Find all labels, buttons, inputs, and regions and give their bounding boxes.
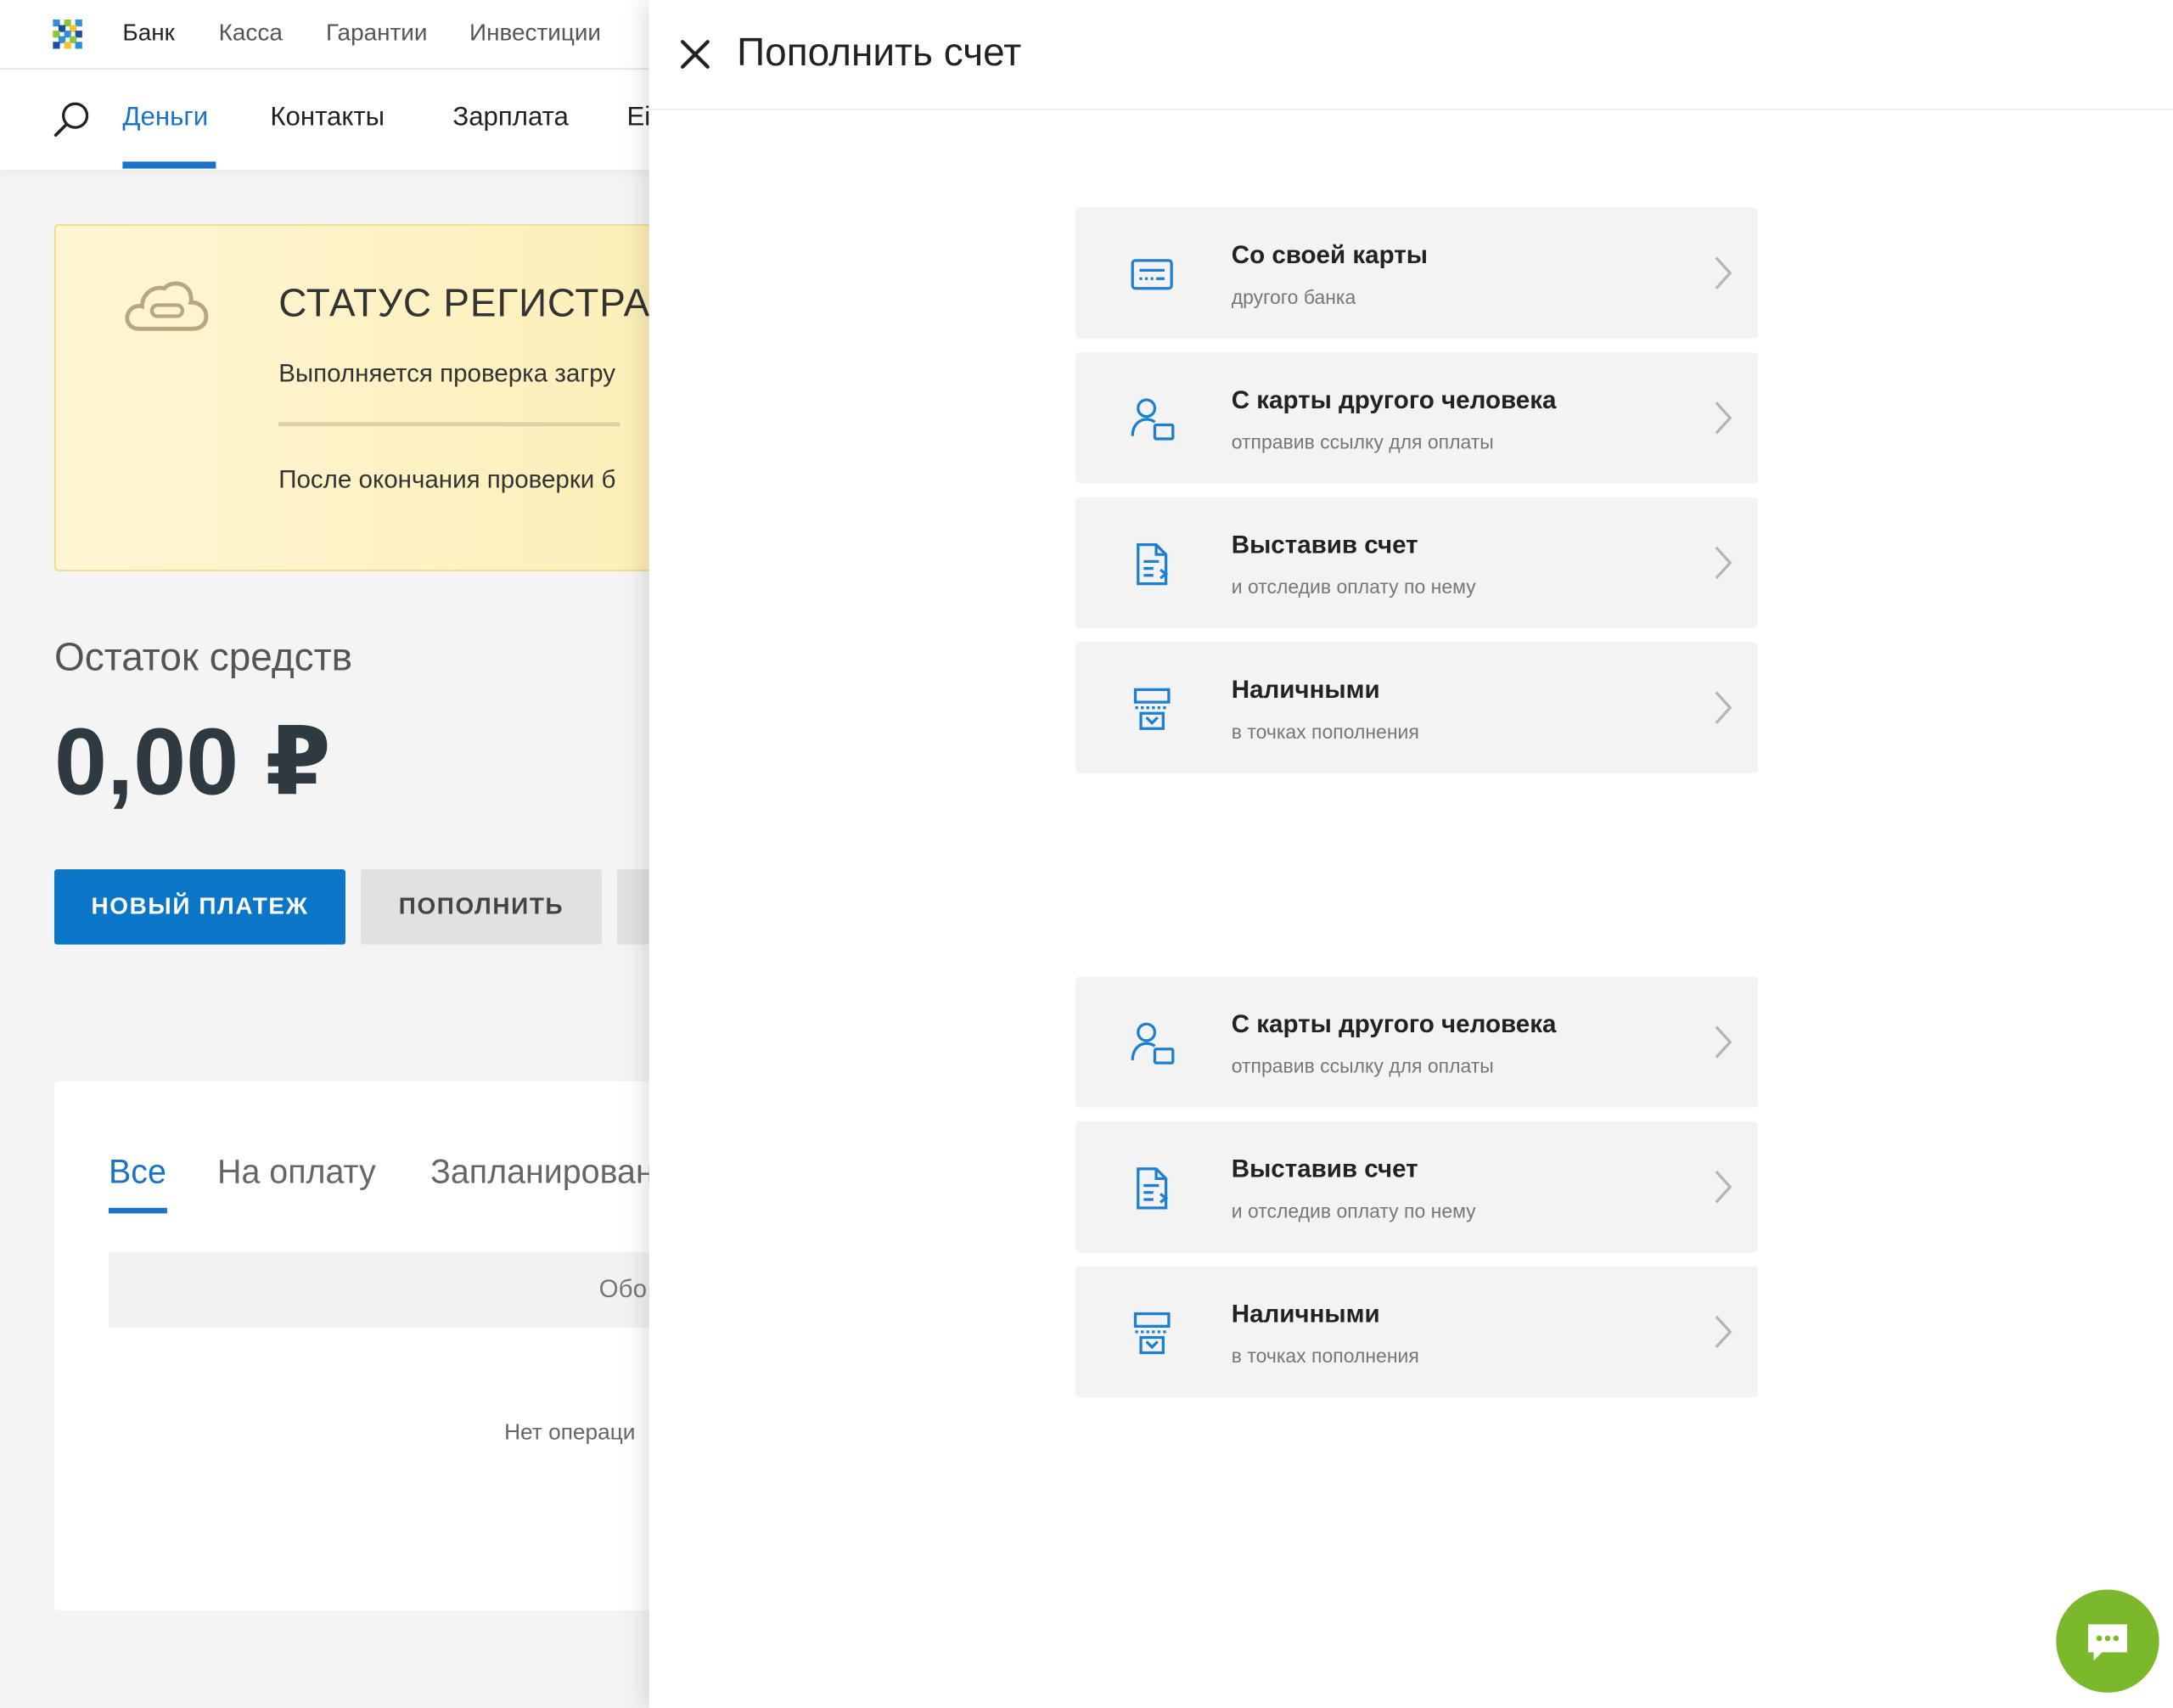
option-subtitle: отправив ссылку для оплаты (1231, 1054, 1494, 1077)
option-other-person-card[interactable]: С карты другого человека отправив ссылку… (1075, 352, 1759, 484)
tab-money[interactable]: Деньги (122, 103, 208, 133)
registration-checking-text: Выполняется проверка загру (278, 359, 616, 388)
chevron-right-icon (1715, 1315, 1732, 1349)
option-cash-secondary[interactable]: Наличными в точках пополнения (1075, 1266, 1759, 1398)
status-divider (278, 422, 620, 427)
option-title: Наличными (1231, 1300, 1380, 1328)
invoice-icon (1137, 1167, 1169, 1210)
option-subtitle: отправив ссылку для оплаты (1231, 430, 1494, 453)
atm-icon (1133, 688, 1171, 730)
tab-more[interactable]: Ei (626, 103, 650, 133)
tab-contacts[interactable]: Контакты (270, 103, 385, 133)
option-other-person-card-secondary[interactable]: С карты другого человека отправив ссылку… (1075, 976, 1759, 1108)
operations-tab-planned[interactable]: Запланирован (430, 1154, 654, 1193)
option-own-card[interactable]: Со своей карты другого банка (1075, 207, 1759, 339)
atm-icon (1133, 1312, 1171, 1355)
operations-active-tab-indicator (109, 1207, 167, 1214)
option-invoice[interactable]: Выставив счет и отследив оплату по нему (1075, 497, 1759, 629)
operations-tab-all[interactable]: Все (109, 1154, 166, 1193)
person-card-icon (1131, 398, 1175, 441)
option-subtitle: в точках пополнения (1231, 720, 1419, 743)
panel-title: Пополнить счет (737, 31, 1022, 74)
chevron-right-icon (1715, 1171, 1732, 1204)
option-title: Выставив счет (1231, 1155, 1418, 1183)
top-nav-guarantees[interactable]: Гарантии (326, 20, 427, 48)
chat-icon (2088, 1624, 2127, 1661)
chevron-right-icon (1715, 1025, 1732, 1059)
card-icon (1131, 259, 1173, 290)
top-nav-investments[interactable]: Инвестиции (469, 20, 601, 48)
tab-salary[interactable]: Зарплата (452, 103, 569, 133)
option-subtitle: и отследив оплату по нему (1231, 575, 1476, 598)
close-icon[interactable] (674, 33, 716, 75)
search-icon[interactable] (53, 100, 92, 139)
top-up-button[interactable]: ПОПОЛНИТЬ (361, 869, 602, 945)
chevron-right-icon (1715, 691, 1732, 724)
option-subtitle: в точках пополнения (1231, 1344, 1419, 1367)
invoice-icon (1137, 543, 1169, 586)
balance-label: Остаток средств (54, 635, 353, 679)
option-title: Наличными (1231, 675, 1380, 704)
chevron-right-icon (1715, 402, 1732, 435)
option-invoice-secondary[interactable]: Выставив счет и отследив оплату по нему (1075, 1121, 1759, 1253)
new-payment-button[interactable]: НОВЫЙ ПЛАТЕЖ (54, 869, 345, 945)
turnover-label: Обо (598, 1274, 648, 1303)
option-cash[interactable]: Наличными в точках пополнения (1075, 642, 1759, 773)
top-nav-bank[interactable]: Банк (122, 20, 174, 48)
option-title: С карты другого человека (1231, 385, 1557, 414)
option-title: Выставив счет (1231, 531, 1418, 559)
active-tab-indicator (122, 161, 216, 169)
balance-value: 0,00 ₽ (54, 709, 331, 816)
option-subtitle: и отследив оплату по нему (1231, 1199, 1476, 1222)
empty-operations-text: Нет операци (504, 1420, 636, 1445)
operations-tab-to-pay[interactable]: На оплату (217, 1154, 376, 1193)
cloud-icon (125, 281, 209, 331)
registration-after-text: После окончания проверки б (278, 465, 616, 493)
option-title: С карты другого человека (1231, 1009, 1557, 1038)
person-card-icon (1131, 1022, 1175, 1065)
option-subtitle: другого банка (1231, 285, 1356, 308)
option-title: Со своей карты (1231, 240, 1428, 269)
turnover-bar[interactable] (109, 1252, 666, 1328)
chevron-right-icon (1715, 546, 1732, 580)
chevron-right-icon (1715, 256, 1732, 289)
logo-icon[interactable] (53, 19, 82, 49)
registration-status-title: СТАТУС РЕГИСТРАЦ (278, 281, 680, 325)
top-nav-kassa[interactable]: Касса (219, 20, 283, 48)
